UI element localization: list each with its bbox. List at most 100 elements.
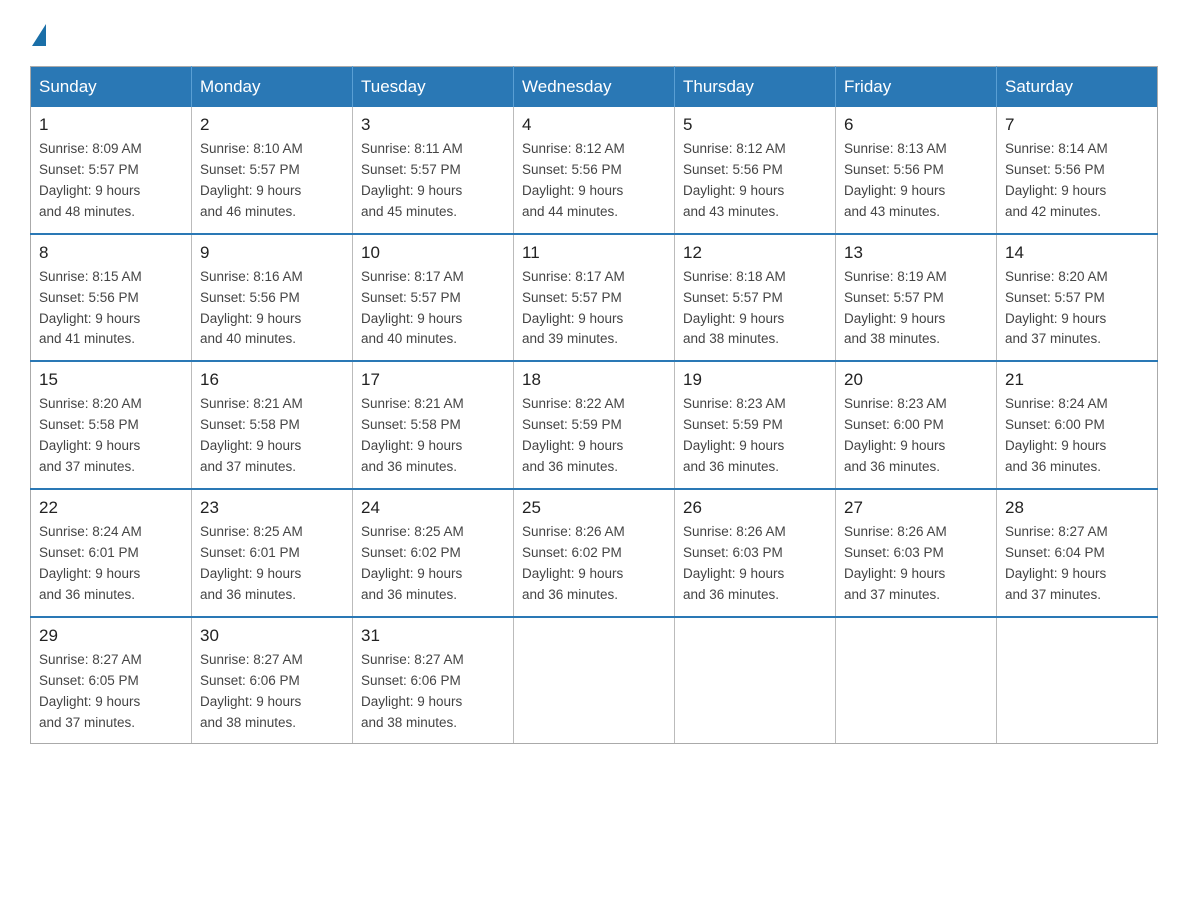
calendar-cell: 8 Sunrise: 8:15 AM Sunset: 5:56 PM Dayli… (31, 234, 192, 362)
day-number: 30 (200, 626, 344, 646)
day-info: Sunrise: 8:26 AM Sunset: 6:03 PM Dayligh… (844, 522, 988, 606)
daylight-text: Daylight: 9 hours (844, 183, 945, 198)
sunrise-text: Sunrise: 8:26 AM (683, 524, 786, 539)
sunset-text: Sunset: 6:01 PM (200, 545, 300, 560)
sunrise-text: Sunrise: 8:23 AM (683, 396, 786, 411)
calendar-cell: 25 Sunrise: 8:26 AM Sunset: 6:02 PM Dayl… (514, 489, 675, 617)
day-number: 1 (39, 115, 183, 135)
day-info: Sunrise: 8:10 AM Sunset: 5:57 PM Dayligh… (200, 139, 344, 223)
sunrise-text: Sunrise: 8:24 AM (1005, 396, 1108, 411)
day-info: Sunrise: 8:09 AM Sunset: 5:57 PM Dayligh… (39, 139, 183, 223)
daylight-text: Daylight: 9 hours (39, 566, 140, 581)
day-number: 20 (844, 370, 988, 390)
sunset-text: Sunset: 5:57 PM (1005, 290, 1105, 305)
day-info: Sunrise: 8:21 AM Sunset: 5:58 PM Dayligh… (361, 394, 505, 478)
daylight-text: Daylight: 9 hours (683, 566, 784, 581)
daylight-text: Daylight: 9 hours (1005, 566, 1106, 581)
daylight-text: Daylight: 9 hours (200, 566, 301, 581)
sunset-text: Sunset: 5:57 PM (683, 290, 783, 305)
calendar-cell: 6 Sunrise: 8:13 AM Sunset: 5:56 PM Dayli… (836, 107, 997, 234)
daylight-minutes-text: and 37 minutes. (39, 715, 135, 730)
day-info: Sunrise: 8:16 AM Sunset: 5:56 PM Dayligh… (200, 267, 344, 351)
sunrise-text: Sunrise: 8:22 AM (522, 396, 625, 411)
sunset-text: Sunset: 5:56 PM (522, 162, 622, 177)
calendar-cell (514, 617, 675, 744)
sunrise-text: Sunrise: 8:26 AM (844, 524, 947, 539)
daylight-minutes-text: and 40 minutes. (200, 331, 296, 346)
daylight-text: Daylight: 9 hours (844, 311, 945, 326)
daylight-minutes-text: and 37 minutes. (1005, 331, 1101, 346)
daylight-minutes-text: and 45 minutes. (361, 204, 457, 219)
sunset-text: Sunset: 6:02 PM (522, 545, 622, 560)
calendar-cell: 16 Sunrise: 8:21 AM Sunset: 5:58 PM Dayl… (192, 361, 353, 489)
daylight-text: Daylight: 9 hours (39, 438, 140, 453)
daylight-minutes-text: and 43 minutes. (844, 204, 940, 219)
calendar-cell: 1 Sunrise: 8:09 AM Sunset: 5:57 PM Dayli… (31, 107, 192, 234)
daylight-text: Daylight: 9 hours (39, 183, 140, 198)
daylight-minutes-text: and 38 minutes. (361, 715, 457, 730)
daylight-minutes-text: and 37 minutes. (1005, 587, 1101, 602)
daylight-minutes-text: and 48 minutes. (39, 204, 135, 219)
daylight-minutes-text: and 43 minutes. (683, 204, 779, 219)
sunrise-text: Sunrise: 8:20 AM (1005, 269, 1108, 284)
daylight-minutes-text: and 36 minutes. (683, 587, 779, 602)
day-number: 19 (683, 370, 827, 390)
sunrise-text: Sunrise: 8:17 AM (522, 269, 625, 284)
daylight-minutes-text: and 37 minutes. (844, 587, 940, 602)
sunrise-text: Sunrise: 8:27 AM (361, 652, 464, 667)
daylight-text: Daylight: 9 hours (361, 183, 462, 198)
sunrise-text: Sunrise: 8:27 AM (200, 652, 303, 667)
calendar-week-row: 22 Sunrise: 8:24 AM Sunset: 6:01 PM Dayl… (31, 489, 1158, 617)
sunset-text: Sunset: 5:56 PM (683, 162, 783, 177)
day-info: Sunrise: 8:24 AM Sunset: 6:00 PM Dayligh… (1005, 394, 1149, 478)
calendar-cell: 24 Sunrise: 8:25 AM Sunset: 6:02 PM Dayl… (353, 489, 514, 617)
calendar-cell: 23 Sunrise: 8:25 AM Sunset: 6:01 PM Dayl… (192, 489, 353, 617)
day-number: 27 (844, 498, 988, 518)
day-info: Sunrise: 8:25 AM Sunset: 6:01 PM Dayligh… (200, 522, 344, 606)
daylight-text: Daylight: 9 hours (1005, 438, 1106, 453)
daylight-text: Daylight: 9 hours (39, 694, 140, 709)
day-number: 9 (200, 243, 344, 263)
day-number: 16 (200, 370, 344, 390)
daylight-minutes-text: and 36 minutes. (361, 459, 457, 474)
calendar-cell: 15 Sunrise: 8:20 AM Sunset: 5:58 PM Dayl… (31, 361, 192, 489)
day-info: Sunrise: 8:21 AM Sunset: 5:58 PM Dayligh… (200, 394, 344, 478)
sunset-text: Sunset: 5:59 PM (683, 417, 783, 432)
sunset-text: Sunset: 5:57 PM (522, 290, 622, 305)
calendar-cell: 18 Sunrise: 8:22 AM Sunset: 5:59 PM Dayl… (514, 361, 675, 489)
daylight-text: Daylight: 9 hours (361, 694, 462, 709)
day-number: 29 (39, 626, 183, 646)
calendar-cell: 10 Sunrise: 8:17 AM Sunset: 5:57 PM Dayl… (353, 234, 514, 362)
daylight-minutes-text: and 44 minutes. (522, 204, 618, 219)
header-friday: Friday (836, 67, 997, 108)
header-tuesday: Tuesday (353, 67, 514, 108)
day-info: Sunrise: 8:25 AM Sunset: 6:02 PM Dayligh… (361, 522, 505, 606)
calendar-cell: 3 Sunrise: 8:11 AM Sunset: 5:57 PM Dayli… (353, 107, 514, 234)
calendar-cell: 17 Sunrise: 8:21 AM Sunset: 5:58 PM Dayl… (353, 361, 514, 489)
day-number: 3 (361, 115, 505, 135)
calendar-week-row: 1 Sunrise: 8:09 AM Sunset: 5:57 PM Dayli… (31, 107, 1158, 234)
daylight-minutes-text: and 36 minutes. (844, 459, 940, 474)
day-number: 15 (39, 370, 183, 390)
daylight-minutes-text: and 36 minutes. (522, 459, 618, 474)
sunrise-text: Sunrise: 8:24 AM (39, 524, 142, 539)
sunrise-text: Sunrise: 8:23 AM (844, 396, 947, 411)
calendar-header-row: SundayMondayTuesdayWednesdayThursdayFrid… (31, 67, 1158, 108)
sunset-text: Sunset: 5:56 PM (39, 290, 139, 305)
day-number: 10 (361, 243, 505, 263)
day-info: Sunrise: 8:27 AM Sunset: 6:05 PM Dayligh… (39, 650, 183, 734)
daylight-text: Daylight: 9 hours (844, 438, 945, 453)
header-monday: Monday (192, 67, 353, 108)
sunset-text: Sunset: 6:00 PM (1005, 417, 1105, 432)
day-number: 25 (522, 498, 666, 518)
calendar-week-row: 29 Sunrise: 8:27 AM Sunset: 6:05 PM Dayl… (31, 617, 1158, 744)
sunset-text: Sunset: 5:58 PM (39, 417, 139, 432)
day-info: Sunrise: 8:20 AM Sunset: 5:58 PM Dayligh… (39, 394, 183, 478)
day-info: Sunrise: 8:27 AM Sunset: 6:06 PM Dayligh… (200, 650, 344, 734)
logo (30, 20, 46, 46)
calendar-cell: 21 Sunrise: 8:24 AM Sunset: 6:00 PM Dayl… (997, 361, 1158, 489)
day-number: 22 (39, 498, 183, 518)
calendar-cell: 2 Sunrise: 8:10 AM Sunset: 5:57 PM Dayli… (192, 107, 353, 234)
calendar-cell: 28 Sunrise: 8:27 AM Sunset: 6:04 PM Dayl… (997, 489, 1158, 617)
calendar-cell: 5 Sunrise: 8:12 AM Sunset: 5:56 PM Dayli… (675, 107, 836, 234)
